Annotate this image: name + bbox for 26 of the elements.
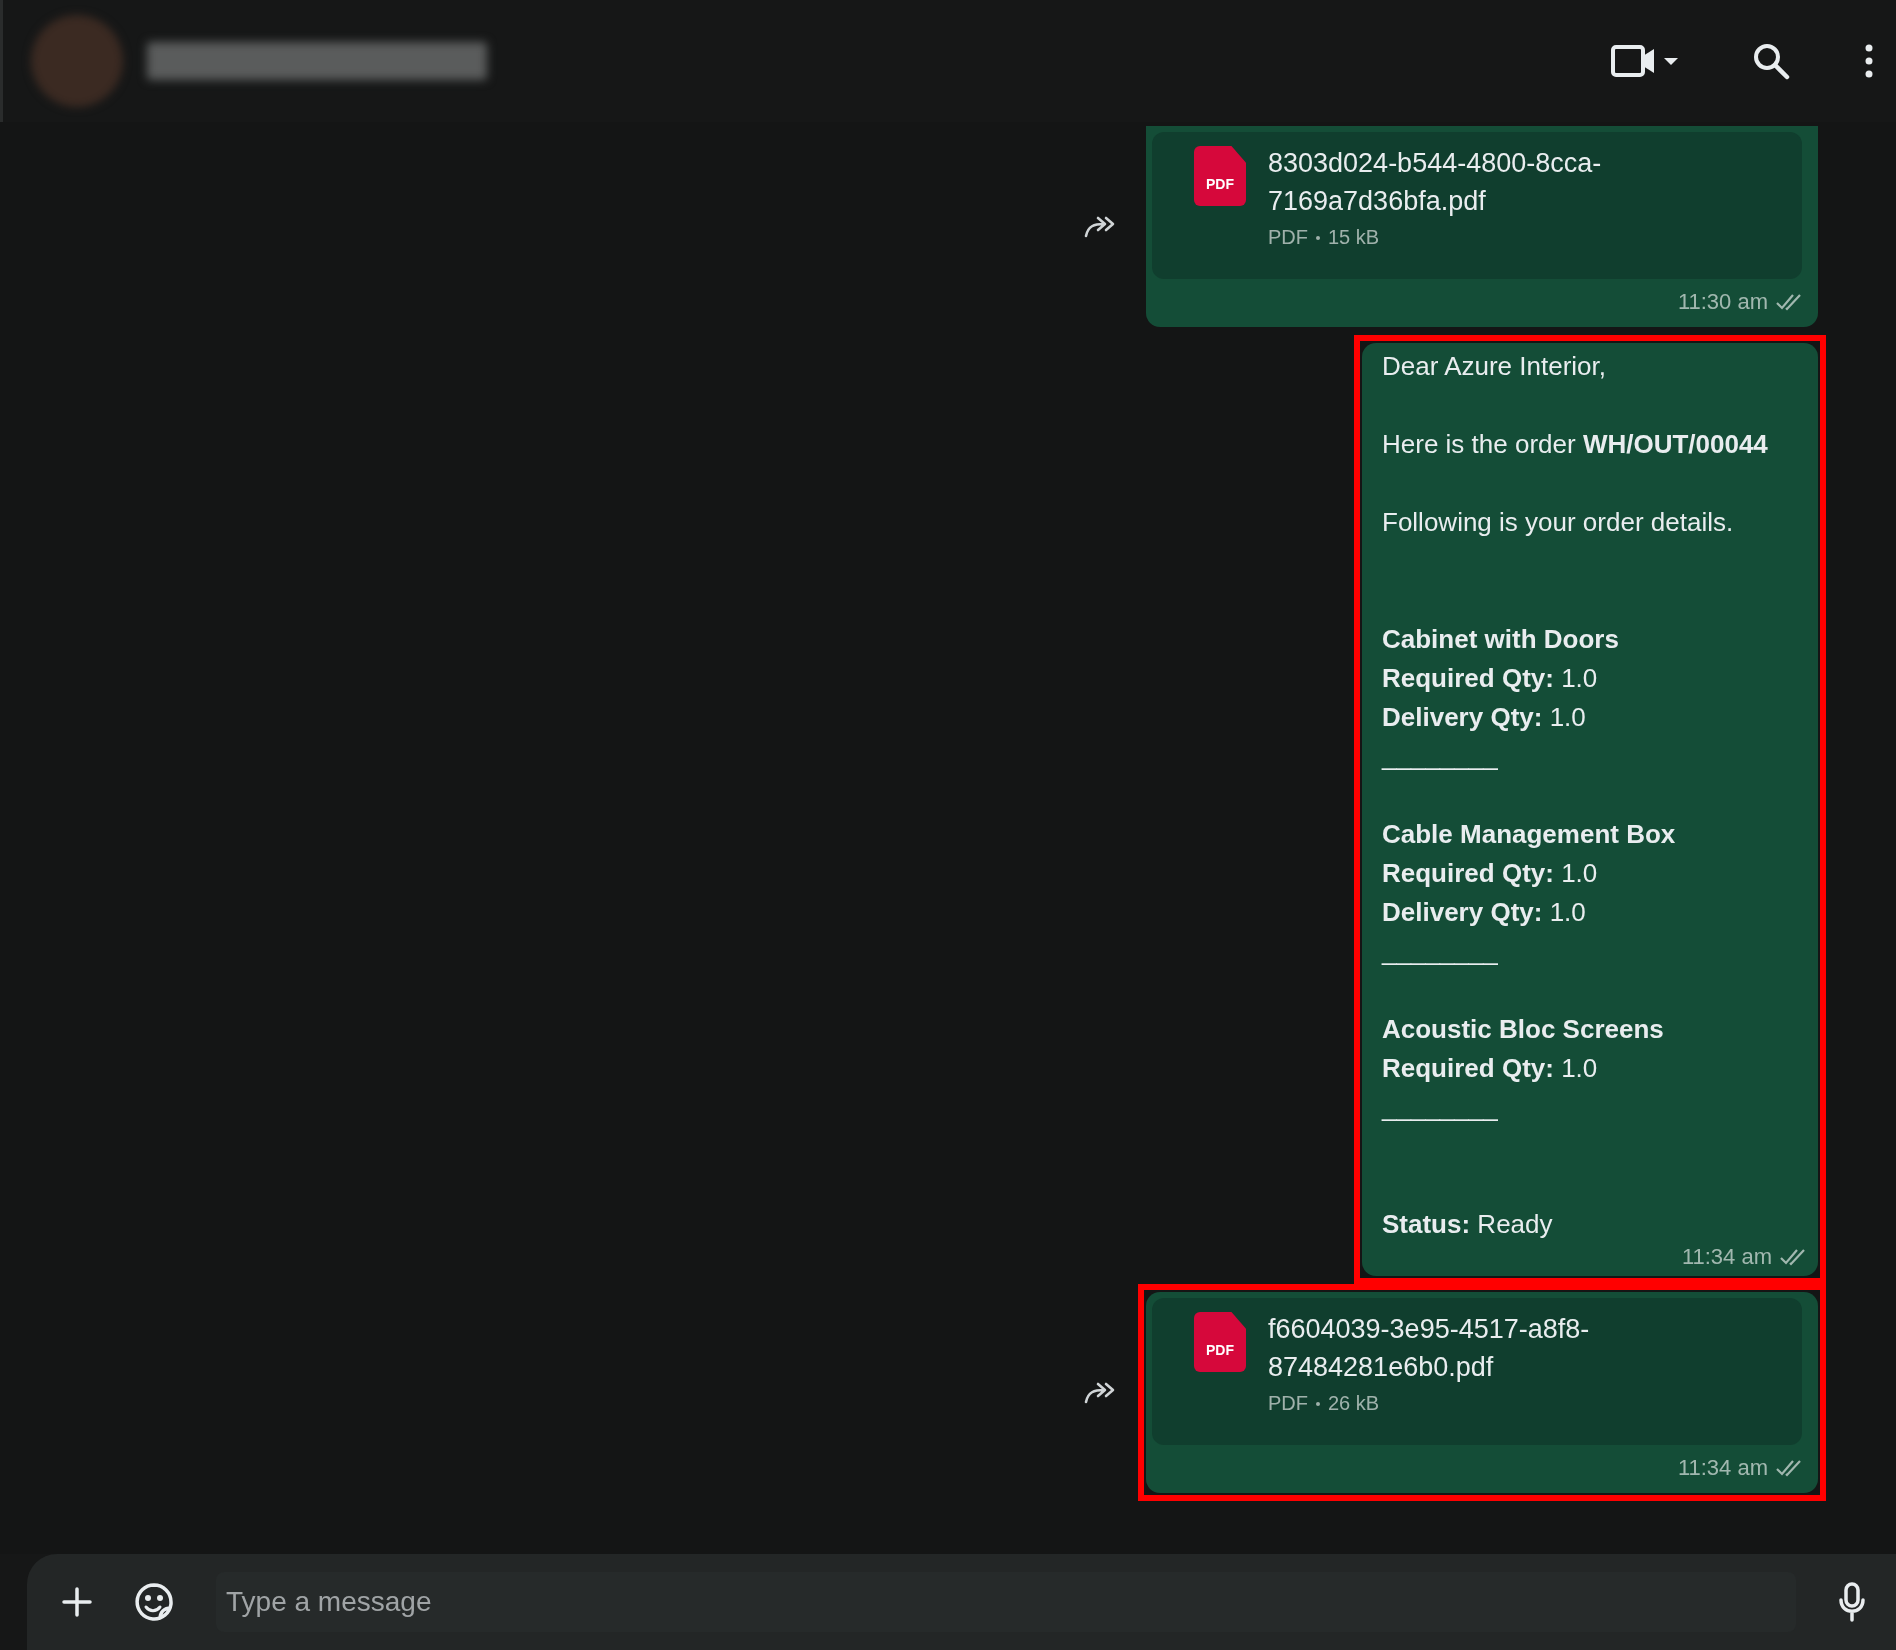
message-input[interactable]: Type a message bbox=[216, 1572, 1796, 1632]
file-type: PDF bbox=[1268, 226, 1308, 249]
file-name: f6604039-3e95-4517-a8f8-87484281e6b0.pdf bbox=[1268, 1313, 1591, 1384]
message-text: Dear Azure Interior, Here is the order WH/OUT/00044 Following is your order details. Cabinet with Doors Required Qty: 1.0 Delivery Qty: 1.0 ________ Cable Management Box Required Qty: 1.0 Delivery Qty: 1.0 ________ Acoustic Bloc Screens Required Qty: 1.0 ________ Status: Ready bbox=[1382, 350, 1769, 1241]
search-button[interactable] bbox=[1752, 42, 1790, 80]
file-type-label: PDF bbox=[1206, 176, 1234, 192]
message-time: 11:34 am bbox=[1677, 1455, 1768, 1481]
file-type: PDF bbox=[1268, 1392, 1308, 1415]
double-tick-icon bbox=[1780, 1248, 1806, 1266]
microphone-button[interactable] bbox=[1838, 1582, 1866, 1622]
menu-button[interactable] bbox=[1864, 44, 1874, 78]
document-card[interactable]: PDF f6604039-3e95-4517-a8f8-87484281e6b0.pdf PDF 26 kB bbox=[1152, 1298, 1802, 1445]
file-name: 8303d024-b544-4800-8cca-7169a7d36bfa.pdf bbox=[1268, 147, 1603, 218]
message-time: 11:30 am bbox=[1677, 289, 1768, 315]
attach-button[interactable] bbox=[62, 1587, 92, 1617]
sticker-button[interactable] bbox=[134, 1582, 174, 1622]
double-tick-icon bbox=[1776, 293, 1802, 311]
file-size: 26 kB bbox=[1328, 1392, 1380, 1415]
message-time: 11:34 am bbox=[1681, 1244, 1772, 1270]
separator-dot bbox=[1316, 1401, 1320, 1406]
document-card[interactable]: PDF 8303d024-b544-4800-8cca-7169a7d36bfa.pdf PDF 15 kB bbox=[1152, 132, 1802, 279]
file-size: 15 kB bbox=[1328, 226, 1380, 249]
file-type-label: PDF bbox=[1206, 1342, 1234, 1358]
separator-dot bbox=[1316, 235, 1320, 240]
double-tick-icon bbox=[1776, 1459, 1802, 1477]
video-call-button[interactable] bbox=[1610, 43, 1678, 79]
